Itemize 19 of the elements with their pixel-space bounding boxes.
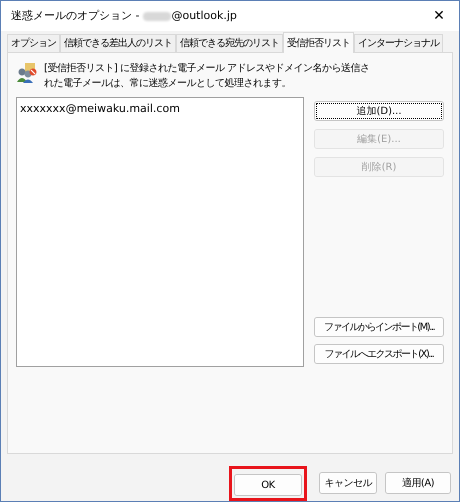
dialog-button[interactable]: キャンセル [319, 472, 377, 494]
dialog-button[interactable]: OK [234, 474, 302, 496]
action-button[interactable]: 追加(D)... [314, 101, 444, 121]
tab[interactable]: インターナショナル [354, 34, 443, 52]
account-address: @outlook.jp [171, 8, 237, 24]
redacted-text [143, 12, 172, 20]
tab[interactable]: 信頼できる宛先のリスト [176, 34, 283, 52]
description-text: [受信拒否リスト] に登録された電子メール アドレスやドメイン名から送信された電子メールは、常に迷惑メールとして処理されます。 [44, 62, 371, 91]
people-block-icon [16, 62, 38, 84]
tab[interactable]: 受信拒否リスト [283, 32, 354, 53]
tab[interactable]: 信頼できる差出人のリスト [60, 34, 176, 52]
close-button[interactable]: ✕ [419, 1, 459, 31]
file-button[interactable]: ファイルへエクスポート(X)... [314, 344, 444, 364]
file-button[interactable]: ファイルからインポート(M)... [314, 317, 444, 337]
blocked-senders-list[interactable]: xxxxxxx@meiwaku.mail.com [16, 97, 304, 367]
tab[interactable]: オプション [7, 34, 60, 52]
window-title: 迷惑メールのオプション - [11, 8, 140, 24]
list-item[interactable]: xxxxxxx@meiwaku.mail.com [20, 101, 180, 118]
dialog-button[interactable]: 適用(A) [385, 472, 451, 494]
